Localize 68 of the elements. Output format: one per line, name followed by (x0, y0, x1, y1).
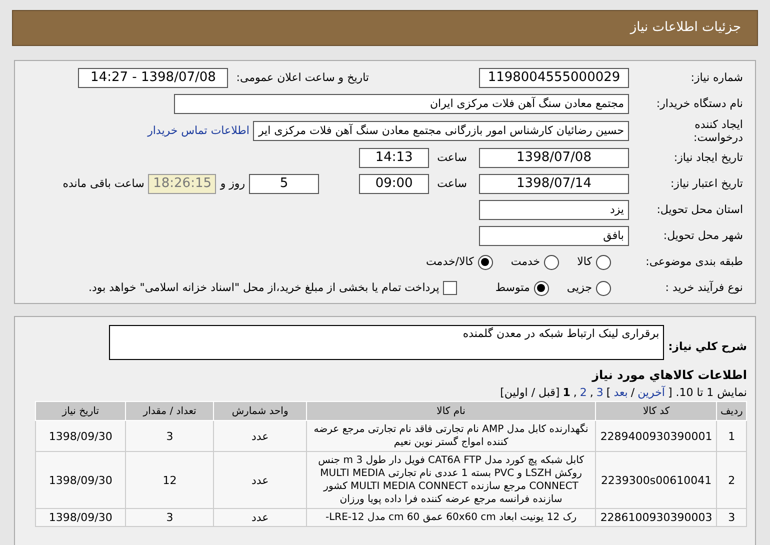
text-field[interactable]: 09:00 (359, 174, 430, 194)
field-label: تاریخ و ساعت اعلان عمومی: (236, 70, 369, 86)
page-link[interactable]: بعد (614, 385, 628, 400)
page-link[interactable]: 3 (596, 385, 604, 400)
radio-label: کالا/خدمت (426, 254, 474, 270)
column-header: تعداد / مقدار (126, 402, 214, 420)
header-title: جزئیات اطلاعات نیاز (630, 19, 741, 38)
table-cell: 2286100930390003 (596, 508, 717, 526)
field-label: استان محل تحویل: (656, 202, 743, 216)
description-label: شرح کلي نياز: (668, 339, 747, 355)
page-link[interactable]: آخرین (638, 385, 665, 400)
field-label: درخواست: (692, 131, 743, 144)
table-cell: 3 (716, 508, 746, 526)
column-header: واحد شمارش (214, 402, 306, 420)
description-field[interactable]: برقراری لینک ارتباط شبکه در معدن گلمنده (109, 325, 664, 360)
text-field[interactable]: یزد (479, 200, 629, 220)
table-cell: 3 (126, 508, 214, 526)
checkbox-label: پرداخت تمام یا بخشی از مبلغ خرید،از محل "اسناد خزانه اسلامی" خواهد بود. (88, 280, 440, 296)
radio-button[interactable] (596, 254, 611, 270)
radio-label: خدمت (510, 254, 540, 270)
pagination-text: ] (606, 385, 611, 400)
text-field[interactable]: 1398/07/08 - 14:27 (78, 68, 228, 88)
pagination-text: نمایش 1 تا 10. [ (668, 385, 747, 400)
text-field[interactable]: 1398/07/14 (479, 174, 629, 194)
contact-link[interactable]: اطلاعات تماس خریدار (148, 122, 250, 140)
current-page: 1 (562, 385, 570, 400)
field-label: ساعت (437, 176, 467, 190)
text-field[interactable]: 1398/07/08 (479, 148, 629, 168)
column-header: ردیف (716, 402, 746, 420)
section-title: اطلاعات کالاهاي مورد نياز (590, 368, 747, 383)
radio-button[interactable] (478, 254, 493, 270)
text-field[interactable]: بافق (479, 226, 629, 246)
radio-button[interactable] (544, 254, 560, 270)
text-field[interactable]: 14:13 (359, 148, 430, 168)
text-field[interactable]: 1198004555000029 (479, 68, 629, 88)
page-link[interactable]: 2 (580, 385, 587, 400)
checkbox[interactable] (443, 281, 458, 295)
pagination-text: , (573, 385, 577, 400)
field-label: تاریخ ایجاد نیاز: (674, 150, 743, 164)
field-label: طبقه بندی موضوعی: (646, 254, 743, 268)
radio-label: متوسط (495, 280, 530, 296)
field-label: تاریخ اعتبار نیاز: (670, 176, 743, 190)
table-cell: 1398/09/30 (36, 508, 126, 526)
field-label: شهر محل تحویل: (663, 228, 743, 242)
radio-button[interactable] (596, 280, 611, 296)
text-field[interactable]: 5 (249, 174, 320, 194)
radio-button[interactable] (534, 280, 549, 296)
pagination-text: [قبل / اولین] (500, 385, 560, 400)
field-label: روز و (220, 176, 246, 190)
field-label: ساعت (437, 150, 467, 164)
field-label: ایجاد کننده (694, 118, 743, 131)
column-header: تاریخ نیاز (36, 402, 126, 420)
text-field[interactable]: حسین رضائیان کارشناس امور بازرگانی مجتمع معادن سنگ آهن فلات مرکزی ایر (253, 121, 629, 141)
field-label: شماره نیاز: (690, 70, 743, 84)
field-label: ساعت باقی مانده (62, 176, 144, 190)
table-cell: رک 12 یونیت ابعاد 60x60 cm عمق 60 cm مدل LRE-12- (306, 508, 596, 526)
text-field[interactable]: مجتمع معادن سنگ آهن فلات مرکزی ایران (174, 94, 629, 114)
pagination-text: / (630, 385, 635, 400)
field-label: نام دستگاه خریدار: (656, 96, 743, 110)
remaining-time: 18:26:15 (148, 174, 216, 194)
table-cell: عدد (214, 508, 306, 526)
column-header: نام کالا (306, 402, 596, 420)
radio-label: جزیی (566, 280, 592, 296)
column-header: کد کالا (596, 402, 717, 420)
pagination-text: , (590, 385, 594, 400)
radio-label: کالا (577, 254, 592, 270)
table-cell: 2 (716, 452, 746, 508)
field-label: نوع فرآیند خرید : (665, 280, 743, 294)
